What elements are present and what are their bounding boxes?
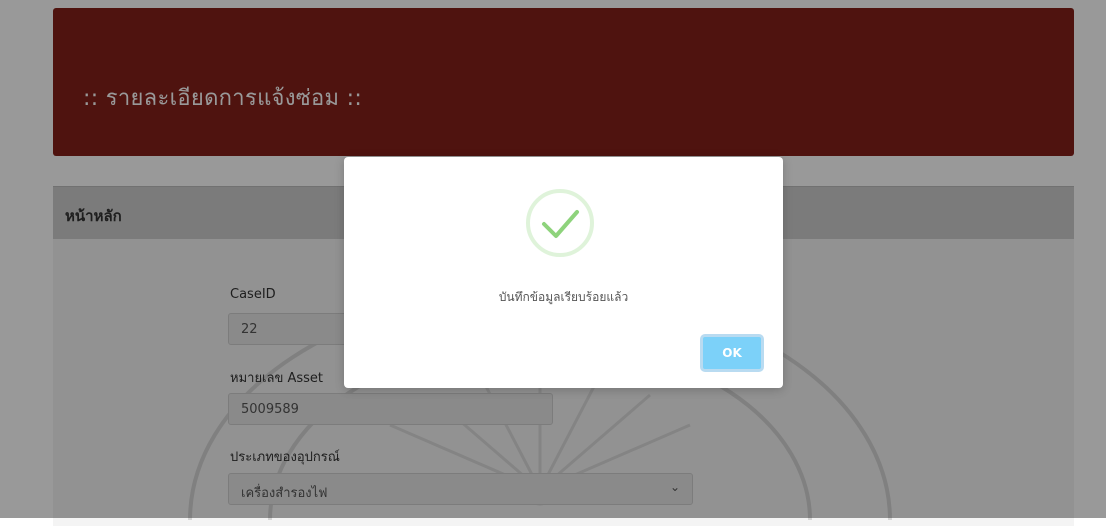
- success-modal: บันทึกข้อมูลเรียบร้อยแล้ว OK: [344, 157, 783, 388]
- success-check-icon: [526, 189, 594, 257]
- ok-button[interactable]: OK: [700, 334, 764, 372]
- modal-message: บันทึกข้อมูลเรียบร้อยแล้ว: [498, 290, 629, 304]
- ok-button-label: OK: [722, 346, 742, 360]
